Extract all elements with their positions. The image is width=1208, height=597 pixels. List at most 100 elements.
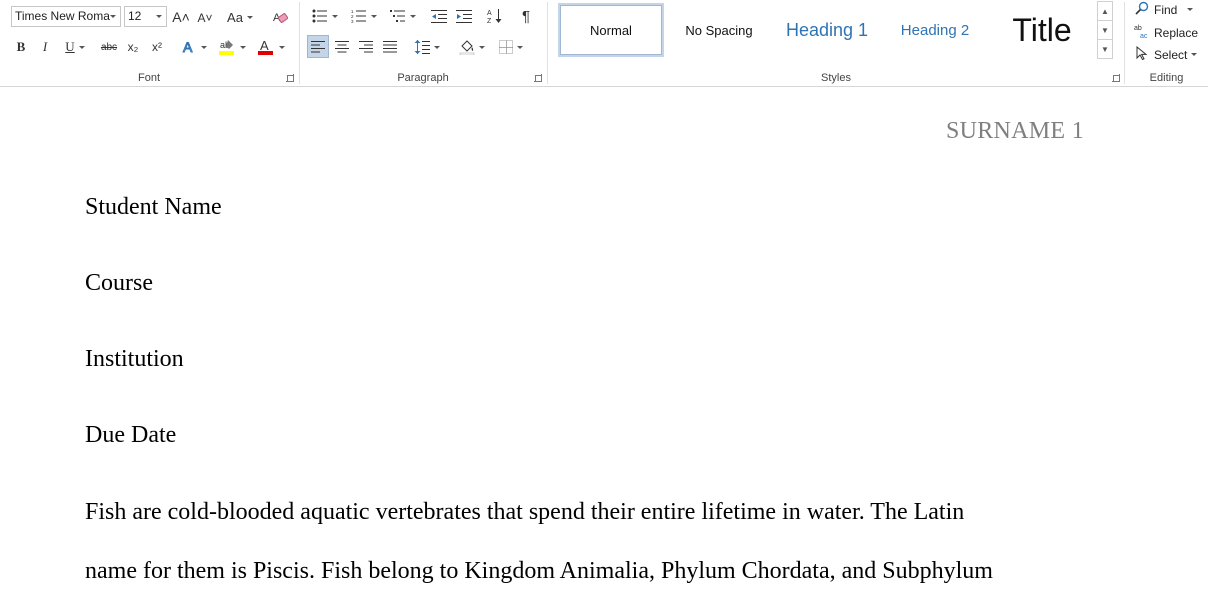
chevron-down-icon: [156, 15, 162, 18]
paragraph-dialog-launcher[interactable]: [534, 74, 542, 82]
numbering-button[interactable]: 1 2 3: [347, 5, 381, 27]
chevron-down-icon: [1191, 53, 1198, 56]
underline-button[interactable]: U: [58, 36, 92, 58]
bold-label: B: [16, 39, 26, 54]
borders-button[interactable]: [494, 36, 528, 58]
superscript-label: x²: [152, 40, 162, 54]
replace-icon: ab ac: [1134, 23, 1150, 42]
gallery-scroll-up-button[interactable]: ▲: [1098, 2, 1112, 21]
font-dialog-launcher[interactable]: [286, 74, 294, 82]
font-color-button[interactable]: A: [254, 36, 288, 58]
find-button[interactable]: Find: [1134, 1, 1194, 18]
align-left-icon: [311, 40, 325, 52]
chevron-down-icon: [371, 14, 377, 18]
chevron-down-icon: [201, 45, 207, 49]
style-normal[interactable]: Normal: [558, 3, 664, 57]
justify-icon: [383, 41, 397, 53]
due-date-line: Due Date: [85, 422, 177, 448]
style-heading-1[interactable]: Heading 1: [774, 3, 880, 57]
svg-text:Z: Z: [487, 18, 492, 24]
increase-indent-icon: [456, 10, 472, 23]
cursor-arrow-icon: [1134, 45, 1150, 63]
font-group: Times New Roma 12 A˄ A˅ Aa A B I U abc x…: [0, 0, 298, 87]
body-paragraph-line: name for them is Piscis. Fish belong to …: [85, 558, 993, 584]
editing-group-label: Editing: [1149, 72, 1184, 84]
svg-text:A: A: [183, 39, 193, 55]
italic-button[interactable]: I: [36, 36, 54, 58]
chevron-down-icon: [246, 15, 253, 19]
sort-button[interactable]: A Z: [484, 5, 506, 27]
course-line: Course: [85, 270, 153, 296]
chevron-down-icon: [279, 45, 285, 49]
style-no-spacing[interactable]: No Spacing: [668, 3, 770, 57]
align-left-button[interactable]: [307, 35, 329, 58]
grow-font-icon: A˄: [172, 9, 190, 25]
font-name-box[interactable]: Times New Roma: [11, 6, 121, 27]
document-page[interactable]: SURNAME 1 Student Name Course Institutio…: [0, 88, 1208, 597]
italic-label: I: [42, 39, 48, 54]
font-group-label: Font: [137, 72, 160, 84]
show-formatting-button[interactable]: ¶: [515, 5, 537, 27]
align-center-button[interactable]: [331, 36, 353, 58]
shading-button[interactable]: [455, 36, 489, 58]
font-color-icon: A: [258, 38, 273, 55]
bullets-button[interactable]: [308, 5, 342, 27]
style-heading-2-label: Heading 2: [900, 21, 970, 39]
paragraph-group-label: Paragraph: [397, 72, 449, 84]
select-button[interactable]: Select: [1134, 45, 1198, 63]
styles-gallery-scroll: ▲ ▼ ▼: [1097, 1, 1113, 59]
style-title[interactable]: Title: [990, 3, 1094, 57]
gallery-more-button[interactable]: ▼: [1098, 40, 1112, 59]
style-title-label: Title: [1012, 11, 1072, 48]
chevron-down-icon: [240, 45, 246, 49]
line-spacing-icon: [414, 40, 430, 54]
chevron-down-icon: [410, 14, 416, 18]
pilcrow-icon: ¶: [521, 7, 531, 25]
gallery-scroll-down-button[interactable]: ▼: [1098, 21, 1112, 40]
numbered-list-icon: 1 2 3: [351, 9, 366, 23]
style-heading-1-label: Heading 1: [785, 19, 869, 40]
subscript-button[interactable]: x₂: [124, 36, 142, 58]
page-header-surname: SURNAME 1: [945, 118, 1084, 144]
text-effects-button[interactable]: A: [178, 36, 210, 58]
align-right-icon: [359, 41, 373, 53]
decrease-indent-button[interactable]: [428, 5, 450, 27]
chevron-down-icon: [434, 45, 440, 49]
body-paragraph-line: Fish are cold-blooded aquatic vertebrate…: [85, 499, 965, 525]
change-case-label: Aa: [227, 9, 243, 25]
paint-bucket-icon: [459, 40, 475, 55]
superscript-button[interactable]: x²: [148, 36, 166, 58]
multilevel-list-button[interactable]: [386, 5, 420, 27]
increase-indent-button[interactable]: [453, 5, 475, 27]
justify-button[interactable]: [379, 36, 401, 58]
magnifier-icon: [1134, 1, 1150, 18]
bullet-list-icon: [312, 9, 327, 23]
font-size-box[interactable]: 12: [124, 6, 167, 27]
style-heading-2[interactable]: Heading 2: [884, 3, 986, 57]
strikethrough-button[interactable]: abc: [98, 36, 120, 58]
font-size-value: 12: [128, 9, 142, 23]
change-case-button[interactable]: Aa: [224, 6, 256, 28]
line-spacing-button[interactable]: [410, 36, 444, 58]
replace-button[interactable]: ab ac Replace: [1134, 23, 1198, 42]
styles-dialog-launcher[interactable]: [1112, 74, 1120, 82]
bold-button[interactable]: B: [12, 36, 30, 58]
svg-text:ac: ac: [1140, 33, 1148, 39]
styles-gallery: Normal No Spacing Heading 1 Heading 2 Ti…: [556, 1, 1096, 59]
grow-font-button[interactable]: A˄: [172, 6, 190, 28]
chevron-down-icon: [479, 45, 485, 49]
highlighter-icon: ab: [219, 40, 234, 55]
highlight-button[interactable]: ab: [215, 36, 249, 58]
align-right-button[interactable]: [355, 36, 377, 58]
shrink-font-button[interactable]: A˅: [196, 7, 214, 29]
chevron-down-icon: [332, 14, 338, 18]
style-no-spacing-label: No Spacing: [685, 22, 753, 38]
institution-line: Institution: [85, 346, 184, 372]
student-name-line: Student Name: [85, 194, 222, 220]
clear-formatting-button[interactable]: A: [270, 6, 290, 28]
borders-icon: [499, 40, 513, 54]
chevron-down-icon: [517, 45, 523, 49]
svg-text:3: 3: [351, 19, 354, 23]
shrink-font-icon: A˅: [197, 11, 213, 25]
strikethrough-label: abc: [100, 41, 118, 53]
